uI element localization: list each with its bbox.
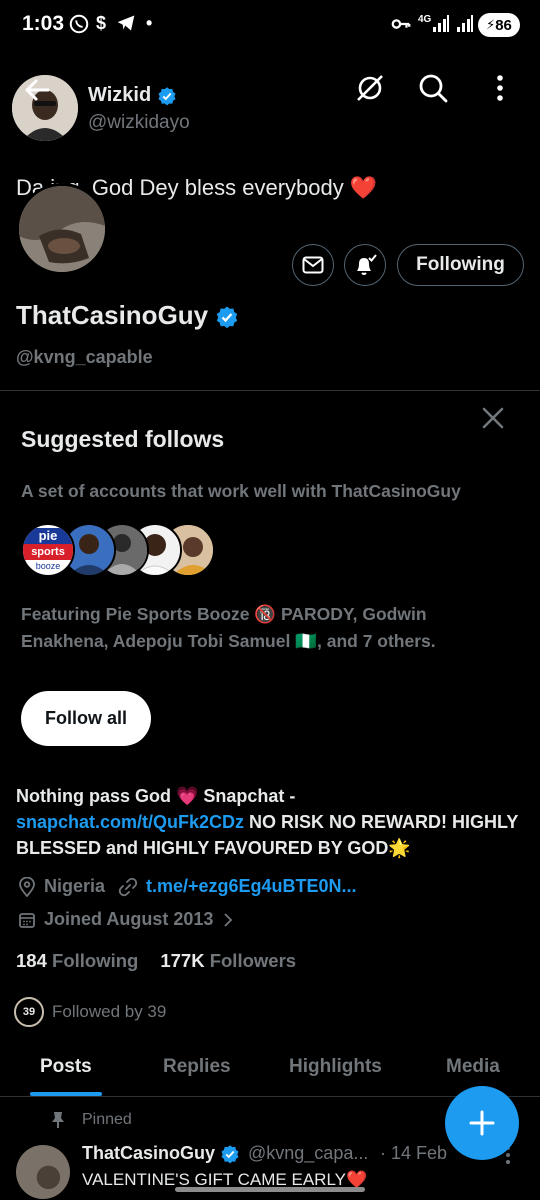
followers-stat[interactable]: 177K Followers <box>160 950 296 972</box>
profile-display-name: ThatCasinoGuy <box>16 300 239 331</box>
hide-reposts-button[interactable] <box>350 68 390 108</box>
followers-label: Followers <box>209 950 297 971</box>
tab-posts[interactable]: Posts <box>40 1056 92 1078</box>
verified-badge-icon <box>221 1145 239 1164</box>
calendar-icon <box>19 912 35 928</box>
header-handle: @wizkidayo <box>88 112 190 133</box>
notifications-button[interactable] <box>344 244 386 286</box>
more-vertical-icon <box>497 75 503 101</box>
following-count: 184 <box>16 950 47 971</box>
suggested-featuring-text: Featuring Pie Sports Booze 🔞 PARODY, God… <box>21 604 436 651</box>
website-row[interactable]: t.me/+ezg6Eg4uBTE0N... <box>118 876 357 897</box>
whatsapp-icon <box>68 13 90 40</box>
chevron-right-icon <box>224 912 233 927</box>
suggested-follows-title: Suggested follows <box>21 426 225 452</box>
verified-badge-icon <box>158 86 176 106</box>
pie-logo-text: sports <box>23 544 73 560</box>
profile-bio: Nothing pass God 💗 Snapchat - snapchat.c… <box>16 783 526 861</box>
pinned-label: Pinned <box>82 1111 132 1128</box>
compose-post-button[interactable] <box>445 1086 519 1160</box>
tab-media[interactable]: Media <box>446 1056 500 1078</box>
status-bar: 1:03 $ • 4G ⚡ 86 <box>0 0 540 52</box>
bio-link[interactable]: snapchat.com/t/QuFk2CDz <box>16 812 244 832</box>
header-name: Wizkid <box>88 84 177 107</box>
home-indicator[interactable] <box>175 1187 365 1192</box>
followed-by-row[interactable]: 39 Followed by 39 <box>14 997 166 1027</box>
bell-check-icon <box>357 254 377 275</box>
post-author-name: ThatCasinoGuy <box>82 1143 216 1163</box>
message-button[interactable] <box>292 244 334 286</box>
follow-all-button[interactable]: Follow all <box>21 691 151 746</box>
joined-row[interactable]: Joined August 2013 <box>18 909 235 930</box>
slash-circle-icon <box>357 75 383 101</box>
suggested-follows-subtitle: A set of accounts that work well with Th… <box>21 481 461 501</box>
location-text: Nigeria <box>44 876 106 896</box>
followers-count: 177K <box>160 950 205 971</box>
network-type: 4G <box>418 14 432 25</box>
location-row: Nigeria <box>18 876 105 897</box>
following-button[interactable]: Following <box>397 244 524 286</box>
verified-badge-icon <box>217 306 238 329</box>
signal-icon-2 <box>456 13 474 38</box>
search-button[interactable] <box>413 68 453 108</box>
pie-logo-text: pie <box>23 528 73 544</box>
header-name-text: Wizkid <box>88 84 152 106</box>
vpn-key-icon <box>390 13 412 40</box>
signal-icon-1 <box>432 13 450 38</box>
post-handle: @kvng_capa... <box>248 1143 369 1163</box>
tab-replies[interactable]: Replies <box>163 1056 231 1078</box>
link-icon <box>118 877 138 896</box>
post-avatar[interactable] <box>16 1145 70 1199</box>
back-button[interactable] <box>18 70 58 110</box>
profile-avatar[interactable] <box>16 183 108 275</box>
follow-stats: 184 Following 177K Followers <box>16 950 296 972</box>
dollar-app-icon: $ <box>96 13 107 33</box>
dismiss-suggestions-button[interactable] <box>478 403 508 433</box>
search-icon <box>419 74 448 103</box>
telegram-icon <box>116 13 136 38</box>
following-label: Following <box>52 950 139 971</box>
back-arrow-icon <box>25 79 50 101</box>
post-author[interactable]: ThatCasinoGuy <box>82 1143 240 1164</box>
mail-icon <box>302 256 324 274</box>
following-stat[interactable]: 184 Following <box>16 950 138 972</box>
profile-handle: @kvng_capable <box>16 347 153 367</box>
battery-level: 86 <box>495 16 512 34</box>
charging-icon: ⚡ <box>486 17 496 32</box>
bio-text: Nothing pass God 💗 Snapchat - <box>16 786 296 806</box>
status-time: 1:03 <box>22 12 65 35</box>
post-date: · 14 Feb <box>380 1143 448 1163</box>
divider <box>0 390 540 391</box>
tab-highlights[interactable]: Highlights <box>289 1056 382 1078</box>
plus-icon <box>469 1110 495 1136</box>
website-link[interactable]: t.me/+ezg6Eg4uBTE0N... <box>146 876 357 897</box>
close-icon <box>482 407 504 429</box>
joined-text: Joined August 2013 <box>44 909 214 929</box>
followed-by-badge: 39 <box>14 997 44 1027</box>
battery-indicator: ⚡ 86 <box>478 13 520 37</box>
more-options-button[interactable] <box>480 68 520 108</box>
display-name-text: ThatCasinoGuy <box>16 300 209 330</box>
notification-dot-icon: • <box>146 13 153 33</box>
pin-icon <box>50 1111 66 1134</box>
suggested-avatar-pie-sports: pie sports booze <box>21 523 75 577</box>
location-pin-icon <box>19 876 35 897</box>
pie-logo-text: booze <box>35 561 61 571</box>
followed-by-text: Followed by 39 <box>52 1002 167 1021</box>
